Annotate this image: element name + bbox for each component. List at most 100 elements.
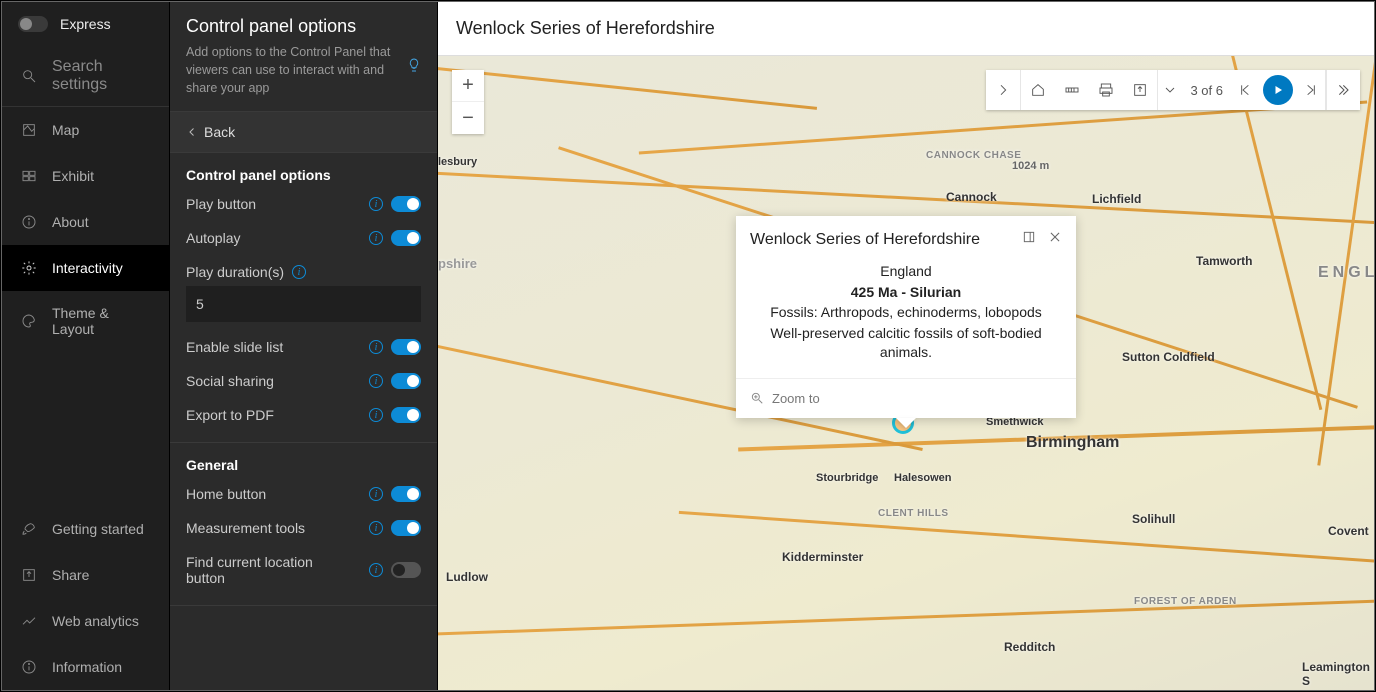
sidebar-item-label: Web analytics <box>52 613 139 629</box>
popup-line: Fossils: Arthropods, echinoderms, lobopo… <box>754 303 1058 323</box>
map-label: Kidderminster <box>782 550 863 564</box>
option-find-location: Find current location button i <box>186 545 421 595</box>
sidebar-item-exhibit[interactable]: Exhibit <box>2 153 169 199</box>
analytics-icon <box>20 612 38 630</box>
popup-line: England <box>754 262 1058 282</box>
sidebar-item-web-analytics[interactable]: Web analytics <box>2 598 169 644</box>
home-button[interactable] <box>1021 70 1055 110</box>
option-label: Autoplay <box>186 230 240 246</box>
map-label: Tamworth <box>1196 254 1252 268</box>
print-button[interactable] <box>1089 70 1123 110</box>
map-label: Stourbridge <box>816 472 878 484</box>
map-label: Halesowen <box>894 472 951 484</box>
zoom-out-button[interactable]: − <box>452 102 484 134</box>
search-settings[interactable]: Search settings <box>2 46 169 107</box>
map-icon <box>20 121 38 139</box>
exhibit-icon <box>20 167 38 185</box>
slide-list-dropdown[interactable] <box>1158 70 1182 110</box>
sidebar-item-interactivity[interactable]: Interactivity <box>2 245 169 291</box>
info-icon[interactable]: i <box>369 340 383 354</box>
sidebar-item-label: Getting started <box>52 521 144 537</box>
map-label: lesbury <box>438 156 477 168</box>
info-icon[interactable]: i <box>369 563 383 577</box>
share-button[interactable] <box>1123 70 1157 110</box>
toggle-find-location[interactable] <box>391 562 421 578</box>
option-label: Find current location button <box>186 554 336 586</box>
map-toolbar: 3 of 6 <box>986 70 1360 110</box>
popup-line: 425 Ma - Silurian <box>754 283 1058 303</box>
zoom-to-button[interactable]: Zoom to <box>736 379 1076 418</box>
zoom-control: + − <box>452 70 484 134</box>
info-icon[interactable]: i <box>292 265 306 279</box>
sidebar-item-label: Interactivity <box>52 260 123 276</box>
info-icon[interactable]: i <box>369 487 383 501</box>
sidebar-item-label: Information <box>52 659 122 675</box>
section-general: General Home button i Measurement tools … <box>170 443 437 606</box>
map-label: Birmingham <box>1026 434 1119 452</box>
palette-icon <box>20 312 38 330</box>
map-popup: Wenlock Series of Herefordshire England … <box>736 216 1076 418</box>
sidebar-item-label: Share <box>52 567 89 583</box>
last-slide-button[interactable] <box>1297 70 1325 110</box>
sidebar-item-theme-layout[interactable]: Theme & Layout <box>2 291 169 351</box>
map-label: 1024 m <box>1012 160 1049 172</box>
toggle-play-button[interactable] <box>391 196 421 212</box>
section-control-panel-options: Control panel options Play button i Auto… <box>170 153 437 443</box>
toggle-slide-list[interactable] <box>391 339 421 355</box>
map-label: FOREST OF ARDEN <box>1134 596 1237 607</box>
express-toggle[interactable] <box>18 16 48 32</box>
info-icon[interactable]: i <box>369 231 383 245</box>
dock-icon[interactable] <box>1022 230 1036 249</box>
map-area[interactable]: Wenlock Series of Herefordshire CANNOCK … <box>438 2 1374 690</box>
measure-button[interactable] <box>1055 70 1089 110</box>
sidebar-nav: Express Search settings Map Exhibit Abou… <box>2 2 170 690</box>
sidebar-item-share[interactable]: Share <box>2 552 169 598</box>
gear-icon <box>20 259 38 277</box>
info-icon <box>20 213 38 231</box>
option-export-pdf: Export to PDF i <box>186 398 421 432</box>
toggle-autoplay[interactable] <box>391 230 421 246</box>
toggle-social-sharing[interactable] <box>391 373 421 389</box>
option-label: Enable slide list <box>186 339 283 355</box>
info-icon[interactable]: i <box>369 197 383 211</box>
express-toggle-row: Express <box>2 2 169 46</box>
map-label: CANNOCK CHASE <box>926 150 1021 161</box>
zoom-to-label: Zoom to <box>772 391 820 406</box>
back-button[interactable]: Back <box>170 112 437 153</box>
sidebar-item-getting-started[interactable]: Getting started <box>2 506 169 552</box>
option-home-button: Home button i <box>186 477 421 511</box>
zoom-in-button[interactable]: + <box>452 70 484 102</box>
map-label: Leamington S <box>1302 660 1374 688</box>
option-label: Play duration(s) <box>186 264 284 280</box>
lightbulb-icon[interactable] <box>405 56 423 74</box>
sidebar-item-label: Theme & Layout <box>52 305 151 337</box>
popup-line: Well-preserved calcitic fossils of soft-… <box>754 324 1058 363</box>
info-icon[interactable]: i <box>369 521 383 535</box>
toggle-export-pdf[interactable] <box>391 407 421 423</box>
info-icon[interactable]: i <box>369 408 383 422</box>
toolbar-collapse-button[interactable] <box>1326 70 1360 110</box>
sidebar-item-information[interactable]: Information <box>2 644 169 690</box>
option-enable-slide-list: Enable slide list i <box>186 330 421 364</box>
share-icon <box>20 566 38 584</box>
info-icon <box>20 658 38 676</box>
play-duration-input[interactable] <box>186 286 421 322</box>
info-icon[interactable]: i <box>369 374 383 388</box>
search-placeholder: Search settings <box>52 58 151 94</box>
first-slide-button[interactable] <box>1231 70 1259 110</box>
search-icon <box>20 67 38 85</box>
play-button[interactable] <box>1263 75 1293 105</box>
map-label: Covent <box>1328 524 1369 538</box>
sidebar-item-about[interactable]: About <box>2 199 169 245</box>
panel-header: Control panel options Add options to the… <box>170 2 437 112</box>
popup-title: Wenlock Series of Herefordshire <box>750 231 980 249</box>
sidebar-item-map[interactable]: Map <box>2 107 169 153</box>
toolbar-expand-left-button[interactable] <box>986 70 1020 110</box>
section-title: General <box>186 449 421 477</box>
toggle-measurement-tools[interactable] <box>391 520 421 536</box>
panel-title: Control panel options <box>186 16 421 37</box>
rocket-icon <box>20 520 38 538</box>
close-icon[interactable] <box>1048 230 1062 249</box>
toggle-home-button[interactable] <box>391 486 421 502</box>
option-label: Export to PDF <box>186 407 274 423</box>
